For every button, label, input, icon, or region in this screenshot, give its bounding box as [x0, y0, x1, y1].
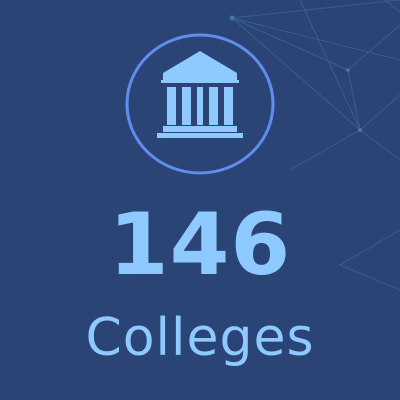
college-count: 146 [108, 195, 292, 295]
college-count-label: Colleges [85, 308, 315, 368]
stat-card: 146 Colleges [0, 0, 400, 400]
institution-icon [125, 33, 275, 175]
